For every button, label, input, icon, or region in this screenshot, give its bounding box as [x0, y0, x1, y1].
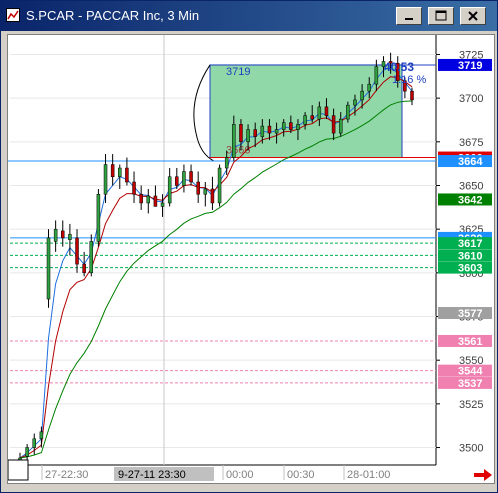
- price-tick-label: 3650: [459, 180, 483, 192]
- chart-window: S.PCAR - PACCAR Inc, 3 Min 3719 3666 3725…: [0, 0, 498, 493]
- candle-body: [139, 193, 143, 204]
- app-chart-icon: [6, 8, 20, 22]
- time-tick-label: 00:30: [287, 469, 315, 481]
- price-marker-label: 3537: [458, 378, 482, 390]
- candle-body: [310, 115, 314, 120]
- time-tick-label: 27-22:30: [45, 469, 88, 481]
- candle-body: [331, 115, 336, 134]
- candle-body: [96, 193, 101, 242]
- chart-area[interactable]: 37193666 3725370036753650362536003575355…: [7, 34, 495, 484]
- candle-body: [346, 104, 350, 120]
- candle-body: [68, 234, 72, 240]
- candle-body: [217, 167, 222, 204]
- candle-body: [360, 90, 364, 101]
- candle-body: [110, 164, 115, 178]
- candle-body: [232, 124, 236, 158]
- candle-body: [46, 237, 51, 300]
- candle-body: [182, 171, 186, 186]
- candle-body: [89, 241, 94, 274]
- minimize-button[interactable]: [396, 7, 422, 25]
- candle-body: [203, 188, 208, 195]
- candle-body: [125, 167, 129, 183]
- maximize-button[interactable]: [428, 7, 454, 25]
- candle-body: [82, 263, 86, 274]
- candle-body: [324, 106, 329, 116]
- candle-body: [410, 90, 414, 101]
- candle-body: [75, 237, 79, 265]
- close-icon: [468, 11, 478, 21]
- candle-body: [160, 202, 165, 207]
- candle-body: [296, 124, 300, 130]
- candle-body: [53, 228, 58, 242]
- candle-body: [274, 129, 279, 134]
- candle-body: [118, 167, 122, 178]
- candle-body: [196, 181, 200, 195]
- candle-body: [32, 438, 37, 448]
- time-tick-label: 28-01:00: [347, 469, 390, 481]
- candle-body: [246, 129, 250, 143]
- annotation-percent: 1.16 %: [392, 74, 426, 86]
- price-marker-label: 3617: [458, 238, 482, 250]
- candle-body: [210, 188, 215, 204]
- candle-body: [374, 66, 379, 85]
- candle-body: [353, 99, 357, 106]
- candle-body: [253, 129, 257, 137]
- price-marker-label: 3603: [458, 263, 482, 275]
- price-tick-label: 3700: [459, 93, 483, 105]
- price-marker-label: 3577: [458, 308, 482, 320]
- price-marker-label: 3642: [458, 194, 482, 206]
- price-marker-label: 3610: [458, 250, 482, 262]
- zone-top-label: 3719: [226, 66, 250, 78]
- candle-body: [367, 83, 371, 92]
- candle-body: [61, 230, 65, 239]
- time-tick-label: 00:00: [226, 469, 254, 481]
- price-marker-label: 3544: [458, 366, 483, 378]
- candle-body: [132, 181, 136, 195]
- candle-body: [224, 157, 229, 169]
- candle-body: [175, 176, 179, 186]
- corner-box: [8, 459, 29, 481]
- candle-body: [189, 171, 193, 183]
- candle-body: [338, 118, 343, 134]
- candle-body: [317, 106, 322, 120]
- price-marker-label: 3664: [458, 156, 483, 168]
- candle-body: [153, 195, 158, 207]
- maximize-icon: [435, 10, 447, 21]
- window-title: S.PCAR - PACCAR Inc, 3 Min: [26, 8, 200, 23]
- close-button[interactable]: [460, 7, 486, 25]
- candle-body: [25, 447, 29, 457]
- title-bar[interactable]: S.PCAR - PACCAR Inc, 3 Min: [1, 1, 497, 31]
- price-tick-label: 3500: [459, 443, 483, 455]
- candle-body: [267, 125, 272, 134]
- annotation-price: 40.53: [384, 60, 414, 74]
- price-chart[interactable]: 37193666 3725370036753650362536003575355…: [8, 35, 494, 483]
- candle-body: [167, 176, 172, 204]
- price-marker-label: 3719: [458, 60, 482, 72]
- candle-body: [146, 195, 151, 204]
- minimize-icon: [405, 18, 413, 20]
- candle-body: [281, 122, 286, 130]
- candle-body: [260, 125, 265, 137]
- candle-body: [239, 124, 243, 143]
- time-cursor-label: 9-27-11 23:30: [118, 469, 186, 481]
- price-marker-label: 3561: [458, 336, 482, 348]
- candle-body: [39, 431, 44, 440]
- price-tick-label: 3675: [459, 137, 483, 149]
- candle-body: [103, 164, 108, 195]
- candle-body: [303, 115, 307, 125]
- candle-body: [289, 122, 293, 130]
- price-tick-label: 3525: [459, 399, 483, 411]
